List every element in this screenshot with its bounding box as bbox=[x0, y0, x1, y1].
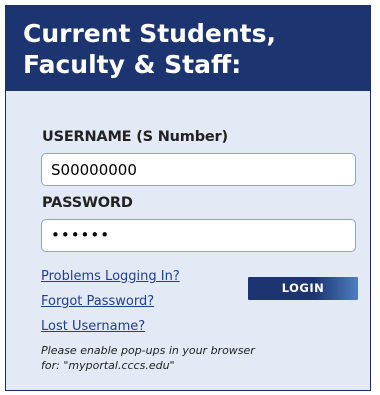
header-title-line1: Current Students, bbox=[23, 19, 276, 48]
panel-header: Current Students, Faculty & Staff: bbox=[6, 6, 370, 91]
header-title-line2: Faculty & Staff: bbox=[23, 50, 242, 79]
login-panel: Current Students, Faculty & Staff: USERN… bbox=[5, 5, 371, 391]
popup-note-line1: Please enable pop-ups in your browser bbox=[41, 344, 255, 357]
popup-note-line2: for: "myportal.cccs.edu" bbox=[41, 359, 175, 372]
password-input[interactable]: •••••• bbox=[41, 219, 356, 252]
login-button[interactable]: LOGIN bbox=[248, 277, 358, 300]
forgot-password-link[interactable]: Forgot Password? bbox=[41, 294, 154, 309]
lost-username-link[interactable]: Lost Username? bbox=[41, 319, 145, 334]
password-label: PASSWORD bbox=[42, 195, 133, 211]
username-label: USERNAME (S Number) bbox=[42, 129, 228, 145]
username-input[interactable] bbox=[41, 153, 356, 186]
popup-note: Please enable pop-ups in your browser fo… bbox=[41, 343, 341, 373]
problems-logging-in-link[interactable]: Problems Logging In? bbox=[41, 269, 180, 284]
